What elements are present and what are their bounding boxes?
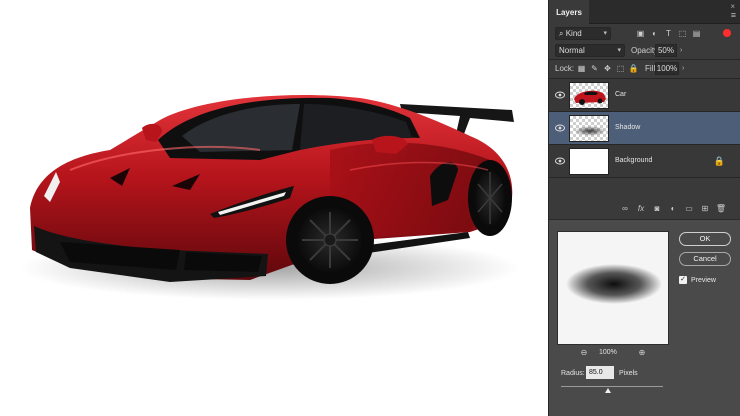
layer-name-shadow: Shadow (615, 124, 641, 131)
blend-mode-select[interactable]: Normal ▾ (555, 44, 625, 57)
panel-tab-bar: Layers × ≡ (549, 0, 740, 24)
shape-filter-icon[interactable]: ⬚ (677, 28, 688, 39)
preview-checkbox[interactable]: ✓ (679, 276, 687, 284)
layer-thumbnail (569, 148, 609, 175)
lock-transparent-icon[interactable]: ▦ (576, 63, 587, 74)
zoom-in-icon[interactable]: ⊕ (637, 348, 647, 358)
blend-row: Normal ▾ Opacity: 50% › (549, 42, 740, 59)
radius-label: Radius: (561, 370, 585, 377)
zoom-value: 100% (599, 349, 617, 356)
lock-brush-icon[interactable]: ✎ (589, 63, 600, 74)
lock-icon: 🔒 (713, 156, 725, 166)
layer-thumbnail (569, 82, 609, 109)
trash-icon[interactable]: 🗑 (715, 203, 727, 215)
preview-label: Preview (691, 277, 716, 284)
layer-row-background[interactable]: Background 🔒 (549, 145, 740, 178)
fill-input[interactable]: 100% (655, 62, 679, 75)
zoom-row: ⊖ 100% ⊕ (557, 348, 669, 360)
radius-slider-track[interactable] (561, 386, 663, 387)
group-folder-icon[interactable]: ▭ (683, 203, 695, 215)
link-icon[interactable]: ∞ (619, 203, 631, 215)
smart-object-filter-icon[interactable]: ▤ (691, 28, 702, 39)
chevron-down-icon: ▾ (603, 30, 607, 37)
ok-button[interactable]: OK (679, 232, 731, 246)
panel-menu-icon[interactable]: ≡ (731, 10, 736, 20)
image-filter-icon[interactable]: ▣ (635, 28, 646, 39)
adjustment-filter-icon[interactable]: ◐ (649, 28, 660, 39)
radius-input[interactable]: 85.0 (586, 366, 614, 379)
blur-dialog: OK Cancel ✓ Preview ⊖ 100% ⊕ Radius: 85.… (549, 219, 740, 416)
blur-preview[interactable] (557, 231, 669, 345)
tab-layers[interactable]: Layers (549, 0, 589, 24)
layers-footer: ∞ fx ◙ ◐ ▭ ⊞ 🗑 (549, 201, 740, 217)
visibility-eye-icon[interactable] (555, 124, 565, 132)
fx-icon[interactable]: fx (635, 203, 647, 215)
cancel-button[interactable]: Cancel (679, 252, 731, 266)
search-icon: ⌕ (559, 29, 566, 38)
lock-row: Lock: ▦ ✎ ✥ ⬚ 🔒 Fill: 100% › (549, 60, 740, 77)
adjustment-icon[interactable]: ◐ (667, 203, 679, 215)
opacity-input[interactable]: 50% (655, 44, 677, 57)
new-layer-icon[interactable]: ⊞ (699, 203, 711, 215)
radius-slider-thumb[interactable] (605, 388, 611, 393)
zoom-out-icon[interactable]: ⊖ (579, 348, 589, 358)
chevron-down-icon: ▾ (617, 47, 621, 54)
filter-kind-select[interactable]: ⌕ Kind ▾ (555, 27, 611, 40)
lock-move-icon[interactable]: ✥ (602, 63, 613, 74)
lock-artboard-icon[interactable]: ⬚ (615, 63, 626, 74)
layer-thumbnail (569, 115, 609, 142)
blend-mode-value: Normal (559, 46, 585, 55)
layer-row-shadow[interactable]: Shadow (549, 112, 740, 145)
lock-all-icon[interactable]: 🔒 (628, 63, 639, 74)
lock-label: Lock: (555, 64, 575, 73)
fill-chevron-icon[interactable]: › (682, 62, 684, 75)
type-filter-icon[interactable]: T (663, 28, 674, 39)
filter-kind-label: Kind (565, 29, 582, 38)
layer-name-background: Background (615, 157, 653, 164)
visibility-eye-icon[interactable] (555, 91, 565, 99)
layers-panel: Layers × ≡ ⌕ Kind ▾ ▣ ◐ T ⬚ ▤ Normal ▾ O… (548, 0, 740, 416)
mask-icon[interactable]: ◙ (651, 203, 663, 215)
filter-row: ⌕ Kind ▾ ▣ ◐ T ⬚ ▤ (549, 25, 740, 42)
layer-row-car[interactable]: Car (549, 79, 740, 112)
filter-toggle-switch[interactable] (723, 29, 731, 37)
document-canvas[interactable] (0, 0, 548, 416)
visibility-eye-icon[interactable] (555, 157, 565, 165)
car-image (20, 94, 520, 300)
layer-name-car: Car (615, 91, 627, 98)
radius-unit: Pixels (619, 370, 638, 377)
opacity-chevron-icon[interactable]: › (680, 44, 682, 57)
